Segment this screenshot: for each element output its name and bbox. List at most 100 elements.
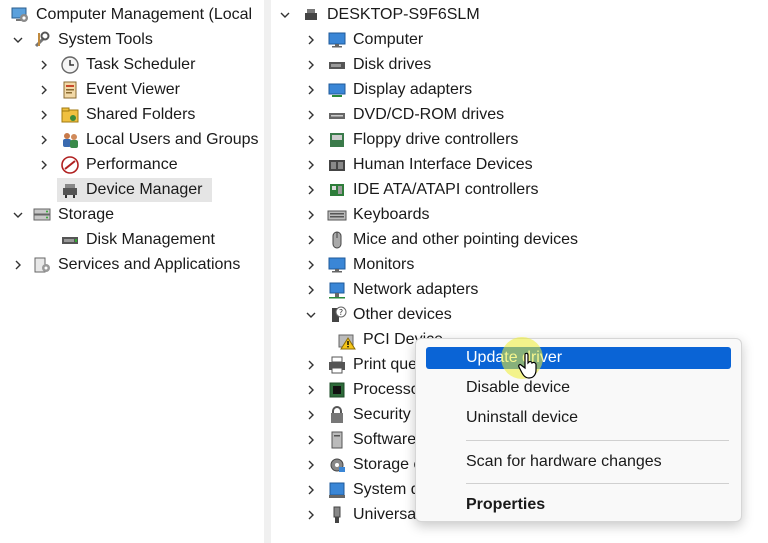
chevron-right-icon[interactable] [303, 503, 319, 527]
chevron-right-icon[interactable] [303, 153, 319, 177]
disable-device-menu-item[interactable]: Disable device [426, 377, 731, 399]
device-category-label: DVD/CD-ROM drives [353, 106, 505, 123]
chevron-right-icon[interactable] [303, 278, 319, 302]
chevron-right-icon[interactable] [303, 203, 319, 227]
chevron-right-icon[interactable] [36, 53, 52, 77]
device-category-monitors[interactable]: Monitors [303, 253, 414, 277]
chevron-right-icon[interactable] [303, 478, 319, 502]
console-tree-pane: Computer Management (Local System Tools … [0, 0, 264, 543]
chevron-right-icon[interactable] [303, 378, 319, 402]
tree-item-disk-management[interactable]: Disk Management [57, 228, 215, 252]
network-icon [327, 280, 347, 300]
chevron-right-icon[interactable] [303, 453, 319, 477]
chevron-right-icon[interactable] [303, 78, 319, 102]
chevron-right-icon[interactable] [303, 128, 319, 152]
tree-root-computer-management[interactable]: Computer Management (Local [10, 3, 252, 27]
mouse-icon [327, 230, 347, 250]
device-category-keyboards[interactable]: Keyboards [303, 203, 430, 227]
tree-item-services-applications[interactable]: Services and Applications [10, 253, 240, 277]
chevron-right-icon[interactable] [303, 228, 319, 252]
tree-root-label: Computer Management (Local [36, 6, 253, 23]
chevron-down-icon[interactable] [10, 28, 26, 52]
storage-icon [32, 205, 52, 225]
menu-separator [466, 440, 729, 441]
context-menu: Update driver Disable device Uninstall d… [415, 338, 742, 522]
chevron-right-icon[interactable] [36, 128, 52, 152]
performance-icon [60, 155, 80, 175]
device-tree-root[interactable]: DESKTOP-S9F6SLM [277, 3, 480, 27]
chevron-down-icon[interactable] [277, 3, 293, 27]
usb-icon [327, 505, 347, 525]
tree-item-system-tools[interactable]: System Tools [10, 28, 153, 52]
device-category-human-interface-devices[interactable]: Human Interface Devices [303, 153, 533, 177]
device-manager-icon [60, 180, 80, 200]
chevron-right-icon[interactable] [303, 353, 319, 377]
update-driver-menu-item[interactable]: Update driver [426, 347, 731, 369]
system-icon [327, 480, 347, 500]
scan-hardware-menu-item[interactable]: Scan for hardware changes [426, 451, 731, 473]
uninstall-device-menu-item[interactable]: Uninstall device [426, 407, 731, 429]
pane-splitter[interactable] [264, 0, 271, 543]
chevron-right-icon[interactable] [36, 153, 52, 177]
device-category-label: Disk drives [353, 56, 432, 73]
tree-item-shared-folders[interactable]: Shared Folders [36, 103, 195, 127]
clock-icon [60, 55, 80, 75]
device-category-label: Monitors [353, 256, 415, 273]
chevron-right-icon[interactable] [36, 78, 52, 102]
device-category-label: Floppy drive controllers [353, 131, 519, 148]
tree-item-storage[interactable]: Storage [10, 203, 114, 227]
device-category-processors[interactable]: Processors [303, 378, 433, 402]
tree-item-local-users-groups[interactable]: Local Users and Groups [36, 128, 259, 152]
tree-item-device-manager[interactable]: Device Manager [57, 178, 212, 202]
warning-device-icon [337, 330, 357, 350]
device-category-ide-ata-atapi-controllers[interactable]: IDE ATA/ATAPI controllers [303, 178, 539, 202]
chevron-right-icon[interactable] [303, 53, 319, 77]
chevron-right-icon[interactable] [303, 178, 319, 202]
device-category-label: Other devices [353, 306, 452, 323]
device-category-mice-and-other-pointing-devices[interactable]: Mice and other pointing devices [303, 228, 578, 252]
device-category-display-adapters[interactable]: Display adapters [303, 78, 472, 102]
keyboard-icon [327, 205, 347, 225]
security-icon [327, 405, 347, 425]
display-adapter-icon [327, 80, 347, 100]
device-category-label: Mice and other pointing devices [353, 231, 579, 248]
device-category-disk-drives[interactable]: Disk drives [303, 53, 431, 77]
chevron-right-icon[interactable] [10, 253, 26, 277]
chevron-down-icon[interactable] [10, 203, 26, 227]
device-category-dvd-cd-rom-drives[interactable]: DVD/CD-ROM drives [303, 103, 504, 127]
mouse-cursor-icon [518, 352, 537, 379]
chevron-right-icon[interactable] [303, 403, 319, 427]
chevron-right-icon[interactable] [303, 28, 319, 52]
device-category-computer[interactable]: Computer [303, 28, 423, 52]
device-category-label: Keyboards [353, 206, 430, 223]
chevron-down-icon[interactable] [303, 303, 319, 327]
monitor-icon [327, 255, 347, 275]
device-category-other-devices[interactable]: ? Other devices [303, 303, 452, 327]
device-category-label: Human Interface Devices [353, 156, 533, 173]
dvd-icon [327, 105, 347, 125]
computer-management-icon [10, 5, 30, 25]
processor-icon [327, 380, 347, 400]
floppy-controller-icon [327, 130, 347, 150]
device-category-floppy-drive-controllers[interactable]: Floppy drive controllers [303, 128, 518, 152]
printer-icon [327, 355, 347, 375]
svg-text:?: ? [339, 308, 343, 317]
storage-controller-icon [327, 455, 347, 475]
chevron-right-icon[interactable] [303, 428, 319, 452]
monitor-icon [327, 30, 347, 50]
chevron-right-icon[interactable] [303, 253, 319, 277]
properties-menu-item[interactable]: Properties [426, 494, 731, 516]
tree-item-event-viewer[interactable]: Event Viewer [36, 78, 180, 102]
menu-separator [466, 483, 729, 484]
users-icon [60, 130, 80, 150]
tree-item-task-scheduler[interactable]: Task Scheduler [36, 53, 195, 77]
device-category-network-adapters[interactable]: Network adapters [303, 278, 478, 302]
disk-icon [60, 230, 80, 250]
chevron-right-icon[interactable] [303, 103, 319, 127]
chevron-right-icon[interactable] [36, 103, 52, 127]
computer-icon [301, 5, 321, 25]
device-category-label: IDE ATA/ATAPI controllers [353, 181, 539, 198]
tools-icon [32, 30, 52, 50]
tree-item-performance[interactable]: Performance [36, 153, 178, 177]
services-icon [32, 255, 52, 275]
